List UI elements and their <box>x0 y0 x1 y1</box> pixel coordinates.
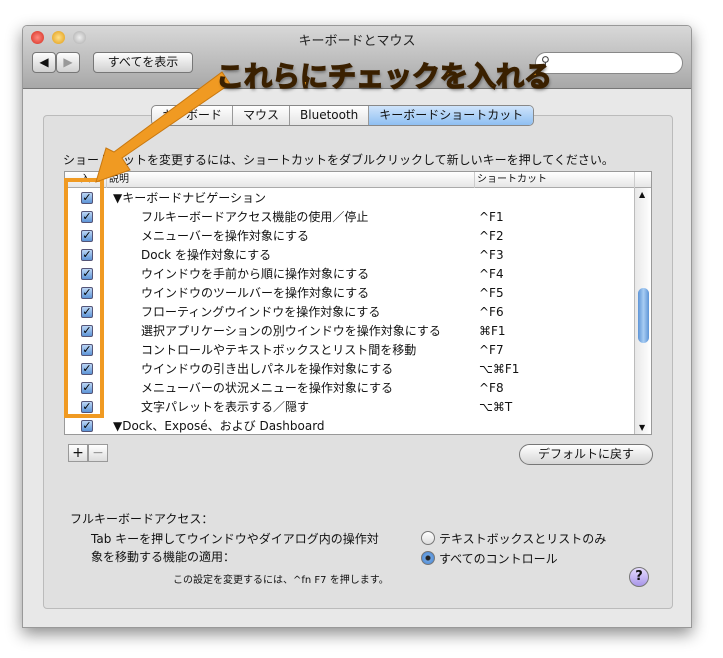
annotation-text: これらにチェックを入れる <box>215 59 553 94</box>
arrow-icon <box>95 71 231 183</box>
annotation-arrow <box>95 71 231 183</box>
